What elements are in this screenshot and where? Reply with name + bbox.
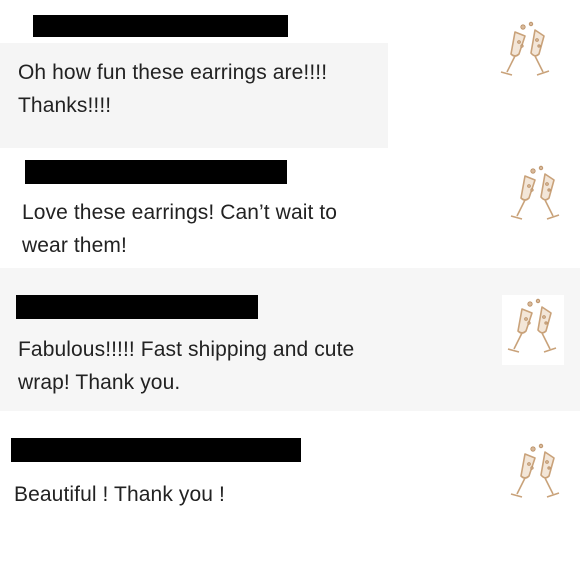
review-text-line: Love these earrings! Can’t wait to — [22, 201, 338, 224]
redacted-username — [11, 438, 301, 462]
review-text: Love these earrings! Can’t wait to wear … — [22, 196, 462, 262]
review-text-line: Beautiful ! Thank you ! — [14, 483, 225, 506]
review-text-line: wear them! — [22, 234, 127, 257]
champagne-glasses-earrings-icon[interactable] — [505, 162, 567, 232]
review-item: Love these earrings! Can’t wait to wear … — [0, 150, 580, 265]
review-text: Beautiful ! Thank you ! — [14, 478, 434, 511]
review-item: Oh how fun these earrings are!!!! Thanks… — [0, 0, 580, 150]
review-text: Fabulous!!!!! Fast shipping and cute wra… — [18, 333, 478, 399]
champagne-glasses-earrings-icon[interactable] — [495, 18, 557, 88]
champagne-glasses-earrings-icon[interactable] — [505, 440, 567, 510]
review-text-line: Thanks!!!! — [18, 94, 112, 117]
champagne-glasses-earrings-icon[interactable] — [502, 295, 564, 365]
review-text: Oh how fun these earrings are!!!! Thanks… — [18, 56, 388, 122]
review-item: Fabulous!!!!! Fast shipping and cute wra… — [0, 268, 580, 413]
review-item: Beautiful ! Thank you ! — [0, 418, 580, 538]
redacted-username — [16, 295, 258, 319]
review-text-line: Oh how fun these earrings are!!!! — [18, 61, 328, 84]
redacted-username — [33, 15, 288, 37]
review-text-line: Fabulous!!!!! Fast shipping and cute — [18, 338, 355, 361]
redacted-username — [25, 160, 287, 184]
review-text-line: wrap! Thank you. — [18, 371, 181, 394]
